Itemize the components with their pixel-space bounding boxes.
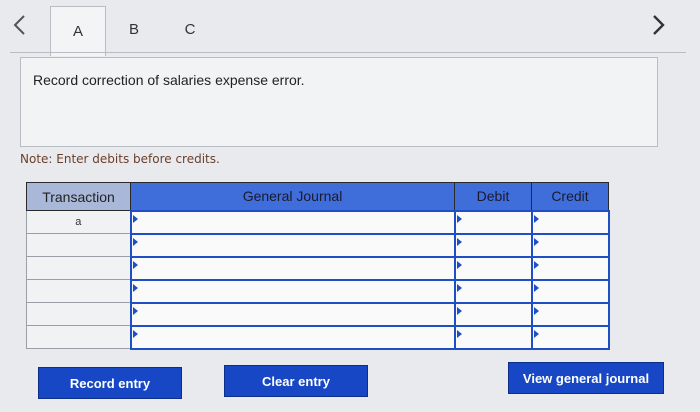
credit-input[interactable] (532, 280, 608, 302)
credit-input[interactable] (532, 211, 608, 233)
record-entry-button[interactable]: Record entry (38, 367, 182, 399)
credit-input[interactable] (532, 257, 608, 279)
transaction-cell (26, 256, 131, 280)
debit-input[interactable] (455, 211, 531, 233)
account-input[interactable] (131, 257, 454, 279)
clear-entry-button[interactable]: Clear entry (224, 365, 368, 397)
chevron-left-icon[interactable] (8, 12, 30, 38)
credit-input-cell[interactable] (530, 255, 610, 281)
transaction-cell (26, 233, 131, 257)
debit-input[interactable] (455, 303, 531, 325)
tab-c[interactable]: C (162, 6, 218, 52)
debit-input-cell[interactable] (453, 324, 533, 350)
tab-b[interactable]: B (106, 6, 162, 52)
debit-input[interactable] (455, 280, 531, 302)
credit-input-cell[interactable] (530, 278, 610, 304)
tab-a[interactable]: A (50, 6, 106, 56)
account-input[interactable] (131, 280, 454, 302)
instruction-text: Record correction of salaries expense er… (33, 72, 305, 88)
transaction-cell (26, 279, 131, 303)
account-input[interactable] (131, 211, 454, 233)
account-dropdown[interactable] (129, 255, 456, 281)
debit-input-cell[interactable] (453, 255, 533, 281)
note-text: Note: Enter debits before credits. (20, 152, 220, 166)
credit-input[interactable] (532, 303, 608, 325)
header-general-journal: General Journal (130, 182, 455, 211)
credit-input-cell[interactable] (530, 324, 610, 350)
table-row (26, 301, 610, 327)
tab-bar: A B C (50, 6, 218, 56)
credit-input-cell[interactable] (530, 301, 610, 327)
debit-input-cell[interactable] (453, 209, 533, 235)
table-row (26, 255, 610, 281)
table-row: a (26, 209, 610, 235)
debit-input-cell[interactable] (453, 232, 533, 258)
debit-input-cell[interactable] (453, 278, 533, 304)
tab-divider (10, 52, 686, 53)
account-dropdown[interactable] (129, 301, 456, 327)
debit-input[interactable] (455, 234, 531, 256)
table-row (26, 232, 610, 258)
account-dropdown[interactable] (129, 324, 456, 350)
table-row (26, 324, 610, 350)
account-dropdown[interactable] (129, 278, 456, 304)
table-row (26, 278, 610, 304)
transaction-cell: a (26, 210, 131, 234)
credit-input-cell[interactable] (530, 209, 610, 235)
account-input[interactable] (131, 234, 454, 256)
account-input[interactable] (131, 326, 454, 348)
chevron-right-icon[interactable] (648, 12, 670, 38)
credit-input[interactable] (532, 326, 608, 348)
debit-input-cell[interactable] (453, 301, 533, 327)
transaction-cell (26, 302, 131, 326)
debit-input[interactable] (455, 326, 531, 348)
transaction-cell (26, 325, 131, 349)
instruction-panel: Record correction of salaries expense er… (20, 57, 658, 147)
journal-header-row: Transaction General Journal Debit Credit (26, 182, 609, 211)
view-general-journal-button[interactable]: View general journal (508, 362, 664, 394)
credit-input-cell[interactable] (530, 232, 610, 258)
header-transaction: Transaction (26, 182, 131, 211)
header-credit: Credit (531, 182, 609, 211)
account-dropdown[interactable] (129, 209, 456, 235)
credit-input[interactable] (532, 234, 608, 256)
account-dropdown[interactable] (129, 232, 456, 258)
header-debit: Debit (454, 182, 532, 211)
journal-table: Transaction General Journal Debit Credit… (26, 182, 610, 350)
account-input[interactable] (131, 303, 454, 325)
debit-input[interactable] (455, 257, 531, 279)
